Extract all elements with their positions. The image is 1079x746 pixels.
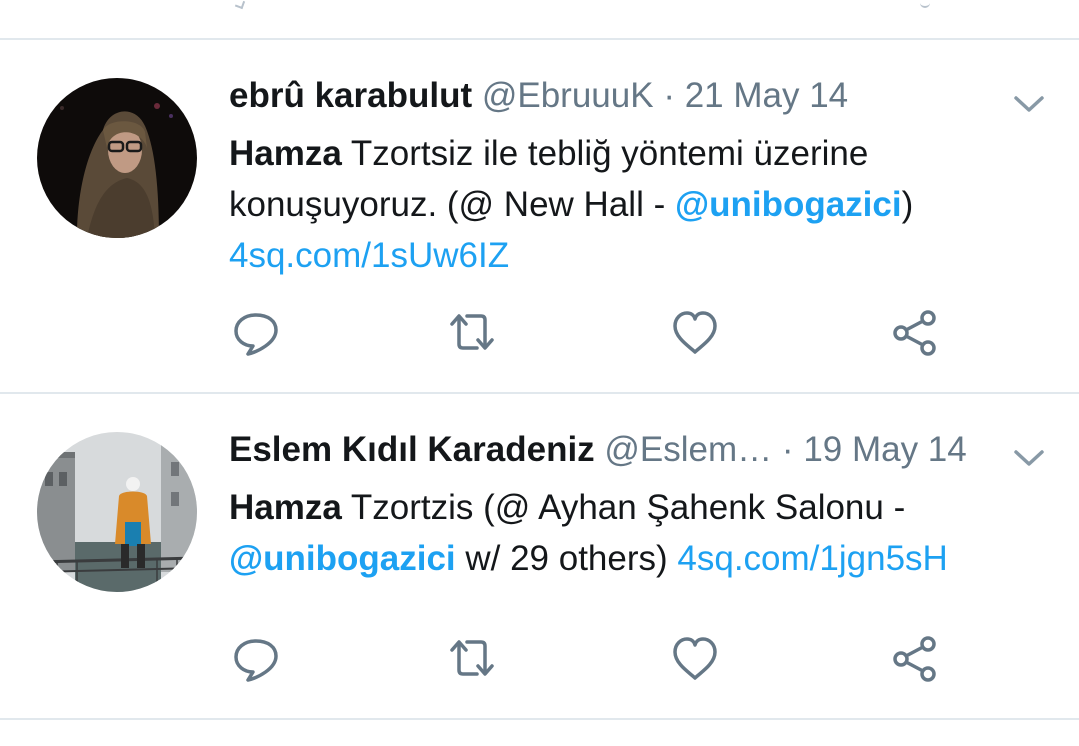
- previous-reply-icon-fragment: [234, 0, 246, 10]
- bold-lead: Hamza: [229, 488, 342, 527]
- avatar[interactable]: [37, 432, 197, 592]
- url-link[interactable]: 4sq.com/1sUw6IZ: [229, 236, 509, 275]
- tweet-date[interactable]: 19 May 14: [803, 430, 966, 469]
- retweet-icon[interactable]: [447, 308, 497, 358]
- tweet-text: Hamza Tzortsiz ile tebliğ yöntemi üzerin…: [229, 128, 1019, 281]
- tweet-header: ebrû karabulut @EbruuuK · 21 May 14: [229, 76, 848, 116]
- url-link[interactable]: 4sq.com/1jgn5sH: [677, 539, 947, 578]
- chevron-down-icon[interactable]: [1012, 92, 1046, 116]
- tweet-date[interactable]: 21 May 14: [685, 76, 848, 115]
- tweet-actions: [229, 634, 989, 684]
- display-name[interactable]: ebrû karabulut: [229, 76, 472, 115]
- previous-tweet-action-bar-stub: [0, 0, 1079, 38]
- previous-share-icon-fragment: [920, 0, 930, 8]
- mention-link[interactable]: @unibogazici: [675, 185, 902, 224]
- tweet-actions: [229, 308, 989, 358]
- tweet-header: Eslem Kıdıl Karadeniz @Eslem… · 19 May 1…: [229, 430, 967, 470]
- user-handle[interactable]: @Eslem…: [604, 430, 772, 469]
- retweet-icon[interactable]: [447, 634, 497, 684]
- reply-icon[interactable]: [231, 308, 281, 358]
- mention-link[interactable]: @unibogazici: [229, 539, 456, 578]
- tweet-text-part: w/ 29 others): [455, 539, 678, 578]
- divider: [0, 718, 1079, 720]
- tweet-card[interactable]: Eslem Kıdıl Karadeniz @Eslem… · 19 May 1…: [0, 394, 1079, 718]
- separator-dot: ·: [663, 76, 675, 115]
- share-icon[interactable]: [890, 308, 940, 358]
- tweet-text-part: Tzortzis (@ Ayhan Şahenk Salonu -: [341, 488, 906, 527]
- user-handle[interactable]: @EbruuuK: [482, 76, 654, 115]
- chevron-down-icon[interactable]: [1012, 446, 1046, 470]
- separator-dot: ·: [781, 430, 794, 469]
- tweet-text-part: ): [901, 185, 914, 224]
- tweet-text: Hamza Tzortzis (@ Ayhan Şahenk Salonu - …: [229, 482, 1019, 584]
- share-icon[interactable]: [890, 634, 940, 684]
- reply-icon[interactable]: [231, 634, 281, 684]
- bold-lead: Hamza: [229, 134, 342, 173]
- like-icon[interactable]: [670, 634, 720, 684]
- like-icon[interactable]: [670, 308, 720, 358]
- display-name[interactable]: Eslem Kıdıl Karadeniz: [229, 430, 595, 469]
- tweet-card[interactable]: ebrû karabulut @EbruuuK · 21 May 14 Hamz…: [0, 40, 1079, 392]
- avatar[interactable]: [37, 78, 197, 238]
